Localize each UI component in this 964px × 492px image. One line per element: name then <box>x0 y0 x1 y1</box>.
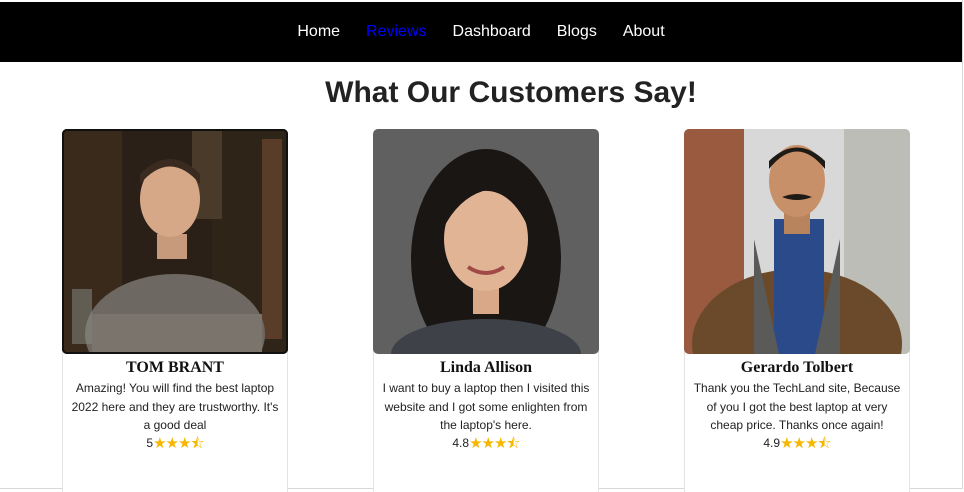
rating: 4.9★★★⯪ <box>685 433 909 458</box>
customer-name: TOM BRANT <box>126 359 224 376</box>
review-card: Gerardo Tolbert Thank you the TechLand s… <box>684 129 910 492</box>
star-rating-icon: ★★★⯪ <box>780 435 832 452</box>
customer-name: Gerardo Tolbert <box>740 359 854 376</box>
customer-photo <box>373 129 599 354</box>
rating: 5★★★⯪ <box>63 433 287 458</box>
customer-photo-image <box>684 129 910 354</box>
review-card: Linda Allison I want to buy a laptop the… <box>373 129 599 492</box>
rating-value: 4.8 <box>452 436 470 450</box>
nav-dashboard-link[interactable]: Dashboard <box>440 2 544 62</box>
nav-links: Home Reviews Dashboard Blogs About <box>0 2 962 62</box>
review-card: TOM BRANT Amazing! You will find the bes… <box>62 129 288 492</box>
rating: 4.8★★★⯪ <box>374 433 598 458</box>
customer-name: Linda Allison <box>439 359 533 376</box>
star-rating-icon: ★★★⯪ <box>153 435 205 452</box>
review-text: Thank you the TechLand site, Because of … <box>693 381 901 432</box>
nav-blogs-link[interactable]: Blogs <box>544 2 610 62</box>
star-rating-icon: ★★★⯪ <box>469 435 521 452</box>
nav-home-link[interactable]: Home <box>284 2 353 62</box>
customer-photo-image <box>62 129 288 354</box>
page-title: What Our Customers Say! <box>325 76 697 109</box>
navbar: Home Reviews Dashboard Blogs About <box>0 2 962 62</box>
nav-about-link[interactable]: About <box>610 2 678 62</box>
customer-photo-image <box>373 129 599 354</box>
review-text: Amazing! You will find the best laptop 2… <box>71 381 279 432</box>
customer-photo <box>62 129 288 354</box>
nav-reviews-link[interactable]: Reviews <box>353 2 439 62</box>
rating-value: 4.9 <box>763 436 781 450</box>
review-text: I want to buy a laptop then I visited th… <box>382 381 590 432</box>
customer-photo <box>684 129 910 354</box>
